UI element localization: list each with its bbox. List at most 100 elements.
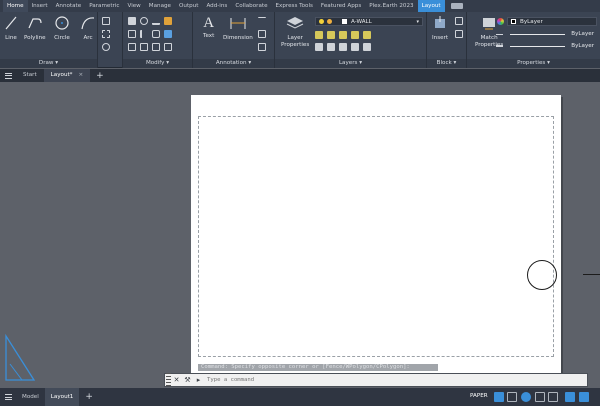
layer-tool-10-icon[interactable] — [363, 43, 371, 51]
block-panel-title[interactable]: Block ▾ — [427, 59, 466, 68]
move-icon[interactable] — [128, 17, 136, 25]
line-icon — [5, 16, 17, 30]
offset-icon[interactable] — [164, 43, 172, 51]
annotation-panel-title[interactable]: Annotation ▾ — [193, 59, 274, 68]
draw-panel-title[interactable]: Draw ▾ — [0, 59, 97, 68]
tab-express-tools[interactable]: Express Tools — [272, 0, 317, 12]
insert-label: Insert — [432, 35, 449, 41]
file-tab-start[interactable]: Start — [16, 69, 44, 82]
layer-tool-1-icon[interactable] — [315, 31, 323, 39]
layer-tool-7-icon[interactable] — [327, 43, 335, 51]
osnap-icon[interactable] — [535, 392, 545, 402]
tab-parametric[interactable]: Parametric — [85, 0, 123, 12]
polyline-label: Polyline — [24, 35, 46, 41]
circle-button[interactable]: Circle — [54, 15, 70, 41]
model-tab[interactable]: Model — [16, 388, 45, 406]
tab-insert[interactable]: Insert — [28, 0, 52, 12]
text-button[interactable]: A Text — [203, 15, 214, 39]
leader-icon[interactable] — [258, 17, 266, 25]
array-icon[interactable] — [152, 43, 160, 51]
layer-dropdown[interactable]: A-WALL ▾ — [315, 17, 423, 26]
tab-add-ins[interactable]: Add-ins — [202, 0, 231, 12]
layer-tool-8-icon[interactable] — [339, 43, 347, 51]
fillet-icon[interactable] — [152, 30, 160, 38]
linetype-value: ByLayer — [571, 31, 594, 37]
linetype-dropdown[interactable]: ByLayer — [496, 30, 597, 38]
trim-icon[interactable] — [152, 17, 160, 25]
layout1-tab[interactable]: Layout1 — [44, 388, 80, 406]
tab-home[interactable]: Home — [3, 0, 28, 12]
line-button[interactable]: Line — [4, 15, 18, 41]
edit-block-icon[interactable] — [455, 30, 463, 38]
lineweight-sample — [510, 45, 565, 47]
drawing-area[interactable] — [0, 82, 600, 387]
workspace-icon[interactable] — [579, 392, 589, 402]
lineweight-dropdown[interactable]: ByLayer — [496, 42, 597, 50]
layer-properties-button[interactable]: Layer Properties — [281, 15, 309, 49]
layer-tool-2-icon[interactable] — [327, 31, 335, 39]
color-swatch — [511, 19, 516, 24]
polyline-button[interactable]: Polyline — [24, 15, 46, 41]
add-layout-button[interactable]: + — [79, 392, 99, 402]
tab-view[interactable]: View — [123, 0, 144, 12]
polar-tracking-icon[interactable] — [521, 392, 531, 402]
command-line: ✕ ⚒ ▸ — [164, 373, 588, 387]
layer-tool-9-icon[interactable] — [351, 43, 359, 51]
rectangle-icon[interactable] — [102, 17, 110, 25]
tab-plex-earth[interactable]: Plex.Earth 2023 — [365, 0, 417, 12]
layers-panel-title[interactable]: Layers ▾ — [275, 59, 426, 68]
linetype-sample — [510, 33, 565, 35]
command-prompt-icon[interactable]: ▸ — [193, 376, 204, 384]
copy-icon[interactable] — [128, 30, 136, 38]
current-layer-name: A-WALL — [351, 18, 372, 25]
layer-tool-3-icon[interactable] — [339, 31, 347, 39]
grid-icon[interactable] — [507, 392, 517, 402]
layer-tool-4-icon[interactable] — [351, 31, 359, 39]
properties-panel-title[interactable]: Properties ▾ — [467, 59, 600, 68]
stretch-icon[interactable] — [128, 43, 136, 51]
file-tab-layout[interactable]: Layout* × — [43, 69, 91, 82]
erase-icon[interactable] — [164, 17, 172, 25]
paper-space-toggle[interactable]: PAPER — [470, 393, 488, 399]
tab-manage[interactable]: Manage — [145, 0, 175, 12]
wrench-icon[interactable]: ⚒ — [182, 376, 193, 384]
layer-color-swatch — [342, 19, 347, 24]
tab-output[interactable]: Output — [175, 0, 202, 12]
ucs-icon — [5, 334, 36, 381]
table-icon[interactable] — [258, 30, 266, 38]
command-input[interactable] — [204, 373, 587, 387]
arc-button[interactable]: Arc — [80, 15, 96, 41]
model-space-icon[interactable] — [494, 392, 504, 402]
lightbulb-icon — [319, 19, 324, 24]
tab-annotate[interactable]: Annotate — [52, 0, 86, 12]
tab-featured-apps[interactable]: Featured Apps — [317, 0, 365, 12]
ribbon: Line Polyline Circle Arc Draw ▾ Modify ▾… — [0, 12, 600, 68]
angle-icon[interactable] — [548, 392, 558, 402]
close-command-icon[interactable]: ✕ — [171, 376, 182, 384]
rotate-icon[interactable] — [140, 17, 148, 25]
mtext-icon[interactable] — [258, 43, 266, 51]
create-block-icon[interactable] — [455, 17, 463, 25]
explode-icon[interactable] — [164, 30, 172, 38]
new-tab-button[interactable]: + — [90, 71, 110, 81]
annotation-scale-icon[interactable] — [565, 392, 575, 402]
insert-button[interactable]: Insert — [432, 15, 448, 41]
modify-panel-title[interactable]: Modify ▾ — [123, 59, 192, 68]
mirror-icon[interactable] — [140, 30, 148, 38]
close-icon[interactable]: × — [78, 72, 83, 78]
menu-icon[interactable] — [0, 69, 16, 82]
layout-menu-icon[interactable] — [0, 388, 16, 406]
scale-icon[interactable] — [140, 43, 148, 51]
tab-collaborate[interactable]: Collaborate — [231, 0, 271, 12]
dimension-button[interactable]: Dimension — [223, 15, 253, 41]
modify-panel: Modify ▾ — [123, 12, 193, 68]
ellipse-icon[interactable] — [102, 43, 110, 51]
color-dropdown[interactable]: ByLayer — [497, 17, 597, 26]
layer-tool-6-icon[interactable] — [315, 43, 323, 51]
layer-tool-5-icon[interactable] — [363, 31, 371, 39]
color-wheel-icon — [497, 18, 504, 25]
tab-layout[interactable]: Layout — [417, 0, 445, 12]
hatch-icon[interactable] — [102, 30, 110, 38]
ribbon-options-icon[interactable] — [450, 3, 463, 9]
lineweight-icon — [496, 45, 503, 47]
